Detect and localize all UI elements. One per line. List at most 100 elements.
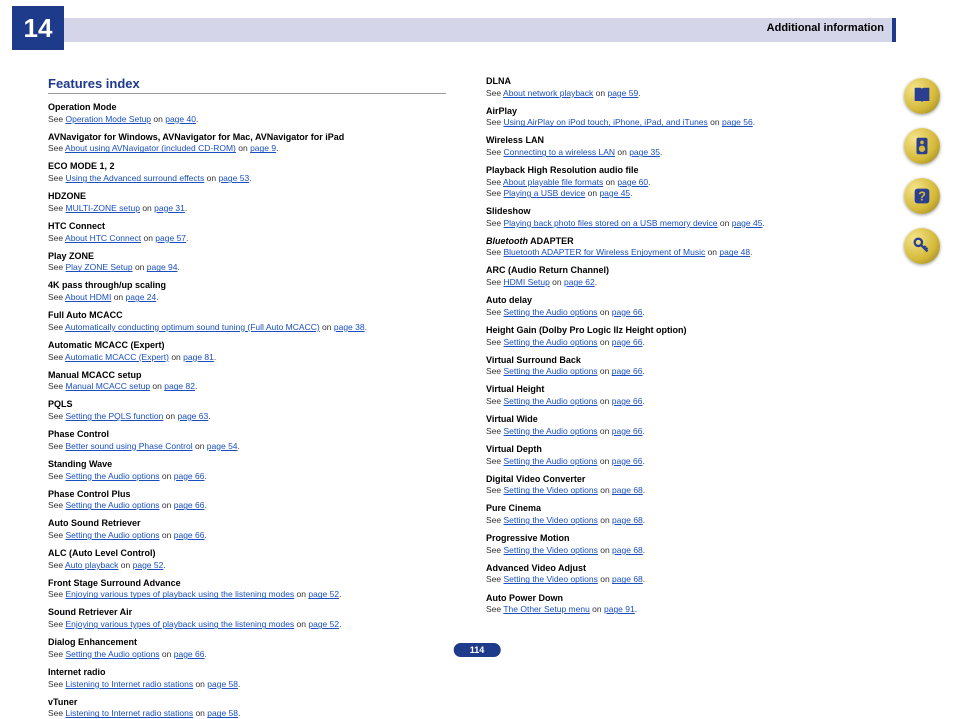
section-title: Features index xyxy=(48,76,446,91)
entry-reference: See About network playback on page 59. xyxy=(486,88,884,99)
topic-link[interactable]: Setting the Audio options xyxy=(66,649,160,659)
page-link[interactable]: page 52 xyxy=(308,619,339,629)
topic-link[interactable]: Auto playback xyxy=(65,560,118,570)
topic-link[interactable]: Enjoying various types of playback using… xyxy=(66,589,295,599)
topic-link[interactable]: Automatic MCACC (Expert) xyxy=(65,352,169,362)
index-entry: vTunerSee Listening to Internet radio st… xyxy=(48,697,446,719)
topic-link[interactable]: About network playback xyxy=(503,88,593,98)
index-entry: Internet radioSee Listening to Internet … xyxy=(48,667,446,690)
page-link[interactable]: page 81 xyxy=(183,352,214,362)
page-link[interactable]: page 40 xyxy=(165,114,196,124)
topic-link[interactable]: Setting the Audio options xyxy=(66,500,160,510)
page-link[interactable]: page 45 xyxy=(599,188,630,198)
entry-title: Manual MCACC setup xyxy=(48,370,446,382)
topic-link[interactable]: HDMI Setup xyxy=(504,277,550,287)
page-link[interactable]: page 66 xyxy=(612,426,643,436)
topic-link[interactable]: Setting the Audio options xyxy=(504,456,598,466)
divider xyxy=(48,93,446,94)
speaker-icon[interactable] xyxy=(904,128,940,164)
entry-reference: See About HDMI on page 24. xyxy=(48,292,446,303)
page-link[interactable]: page 62 xyxy=(564,277,595,287)
topic-link[interactable]: Listening to Internet radio stations xyxy=(66,679,194,689)
page-link[interactable]: page 9 xyxy=(250,143,276,153)
topic-link[interactable]: Setting the Video options xyxy=(504,515,598,525)
page-link[interactable]: page 66 xyxy=(612,456,643,466)
topic-link[interactable]: Playing back photo files stored on a USB… xyxy=(504,218,718,228)
topic-link[interactable]: Playing a USB device xyxy=(504,188,586,198)
page-link[interactable]: page 59 xyxy=(607,88,638,98)
page-link[interactable]: page 68 xyxy=(612,574,643,584)
page-link[interactable]: page 48 xyxy=(719,247,750,257)
topic-link[interactable]: MULTI-ZONE setup xyxy=(66,203,140,213)
topic-link[interactable]: About HTC Connect xyxy=(65,233,141,243)
column-left: Features index Operation ModeSee Operati… xyxy=(48,76,446,635)
page-link[interactable]: page 68 xyxy=(612,545,643,555)
page-link[interactable]: page 82 xyxy=(164,381,195,391)
page-link[interactable]: page 66 xyxy=(612,307,643,317)
page-link[interactable]: page 66 xyxy=(174,471,205,481)
page-link[interactable]: page 57 xyxy=(155,233,186,243)
entry-reference: See Setting the Audio options on page 66… xyxy=(486,456,884,467)
topic-link[interactable]: Setting the PQLS function xyxy=(66,411,164,421)
page-link[interactable]: page 58 xyxy=(207,679,238,689)
page-link[interactable]: page 24 xyxy=(126,292,157,302)
topic-link[interactable]: Automatically conducting optimum sound t… xyxy=(65,322,320,332)
topic-link[interactable]: Setting the Video options xyxy=(504,485,598,495)
topic-link[interactable]: Setting the Audio options xyxy=(504,396,598,406)
entry-title: ECO MODE 1, 2 xyxy=(48,161,446,173)
page-link[interactable]: page 94 xyxy=(147,262,178,272)
topic-link[interactable]: Operation Mode Setup xyxy=(66,114,152,124)
topic-link[interactable]: Using AirPlay on iPod touch, iPhone, iPa… xyxy=(504,117,708,127)
page-link[interactable]: page 66 xyxy=(174,530,205,540)
topic-link[interactable]: Setting the Audio options xyxy=(66,471,160,481)
topic-link[interactable]: Better sound using Phase Control xyxy=(66,441,193,451)
topic-link[interactable]: Setting the Video options xyxy=(504,545,598,555)
topic-link[interactable]: Setting the Video options xyxy=(504,574,598,584)
topic-link[interactable]: Listening to Internet radio stations xyxy=(66,708,194,718)
page-link[interactable]: page 31 xyxy=(154,203,185,213)
topic-link[interactable]: Setting the Audio options xyxy=(504,337,598,347)
page-link[interactable]: page 56 xyxy=(722,117,753,127)
page-link[interactable]: page 60 xyxy=(617,177,648,187)
topic-link[interactable]: Setting the Audio options xyxy=(504,366,598,376)
page-link[interactable]: page 52 xyxy=(308,589,339,599)
topic-link[interactable]: Setting the Audio options xyxy=(504,307,598,317)
entry-title: Playback High Resolution audio file xyxy=(486,165,884,177)
topic-link[interactable]: Play ZONE Setup xyxy=(66,262,133,272)
page-link[interactable]: page 54 xyxy=(207,441,238,451)
book-icon[interactable] xyxy=(904,78,940,114)
page-link[interactable]: page 66 xyxy=(174,649,205,659)
topic-link[interactable]: About using AVNavigator (included CD-ROM… xyxy=(65,143,236,153)
key-icon[interactable] xyxy=(904,228,940,264)
topic-link[interactable]: Enjoying various types of playback using… xyxy=(66,619,295,629)
help-icon[interactable]: ? xyxy=(904,178,940,214)
topic-link[interactable]: Using the Advanced surround effects xyxy=(66,173,205,183)
topic-link[interactable]: About HDMI xyxy=(65,292,111,302)
page-link[interactable]: page 58 xyxy=(207,708,238,718)
entry-reference: See Setting the Audio options on page 66… xyxy=(486,426,884,437)
page-link[interactable]: page 45 xyxy=(732,218,763,228)
topic-link[interactable]: Bluetooth ADAPTER for Wireless Enjoyment… xyxy=(504,247,706,257)
page-link[interactable]: page 38 xyxy=(334,322,365,332)
page-link[interactable]: page 66 xyxy=(612,337,643,347)
page-link[interactable]: page 66 xyxy=(612,396,643,406)
page-link[interactable]: page 52 xyxy=(133,560,164,570)
index-entry: Phase ControlSee Better sound using Phas… xyxy=(48,429,446,452)
entry-title: Full Auto MCACC xyxy=(48,310,446,322)
topic-link[interactable]: Connecting to a wireless LAN xyxy=(504,147,616,157)
page-link[interactable]: page 68 xyxy=(612,515,643,525)
topic-link[interactable]: Setting the Audio options xyxy=(504,426,598,436)
page-link[interactable]: page 68 xyxy=(612,485,643,495)
topic-link[interactable]: About playable file formats xyxy=(503,177,603,187)
index-entry: Virtual DepthSee Setting the Audio optio… xyxy=(486,444,884,467)
topic-link[interactable]: Manual MCACC setup xyxy=(66,381,151,391)
page-link[interactable]: page 66 xyxy=(612,366,643,376)
page-link[interactable]: page 66 xyxy=(174,500,205,510)
topic-link[interactable]: Setting the Audio options xyxy=(66,530,160,540)
page-link[interactable]: page 91 xyxy=(604,604,635,614)
index-entry: DLNASee About network playback on page 5… xyxy=(486,76,884,99)
page-link[interactable]: page 63 xyxy=(178,411,209,421)
topic-link[interactable]: The Other Setup menu xyxy=(503,604,589,614)
page-link[interactable]: page 53 xyxy=(218,173,249,183)
page-link[interactable]: page 35 xyxy=(629,147,660,157)
